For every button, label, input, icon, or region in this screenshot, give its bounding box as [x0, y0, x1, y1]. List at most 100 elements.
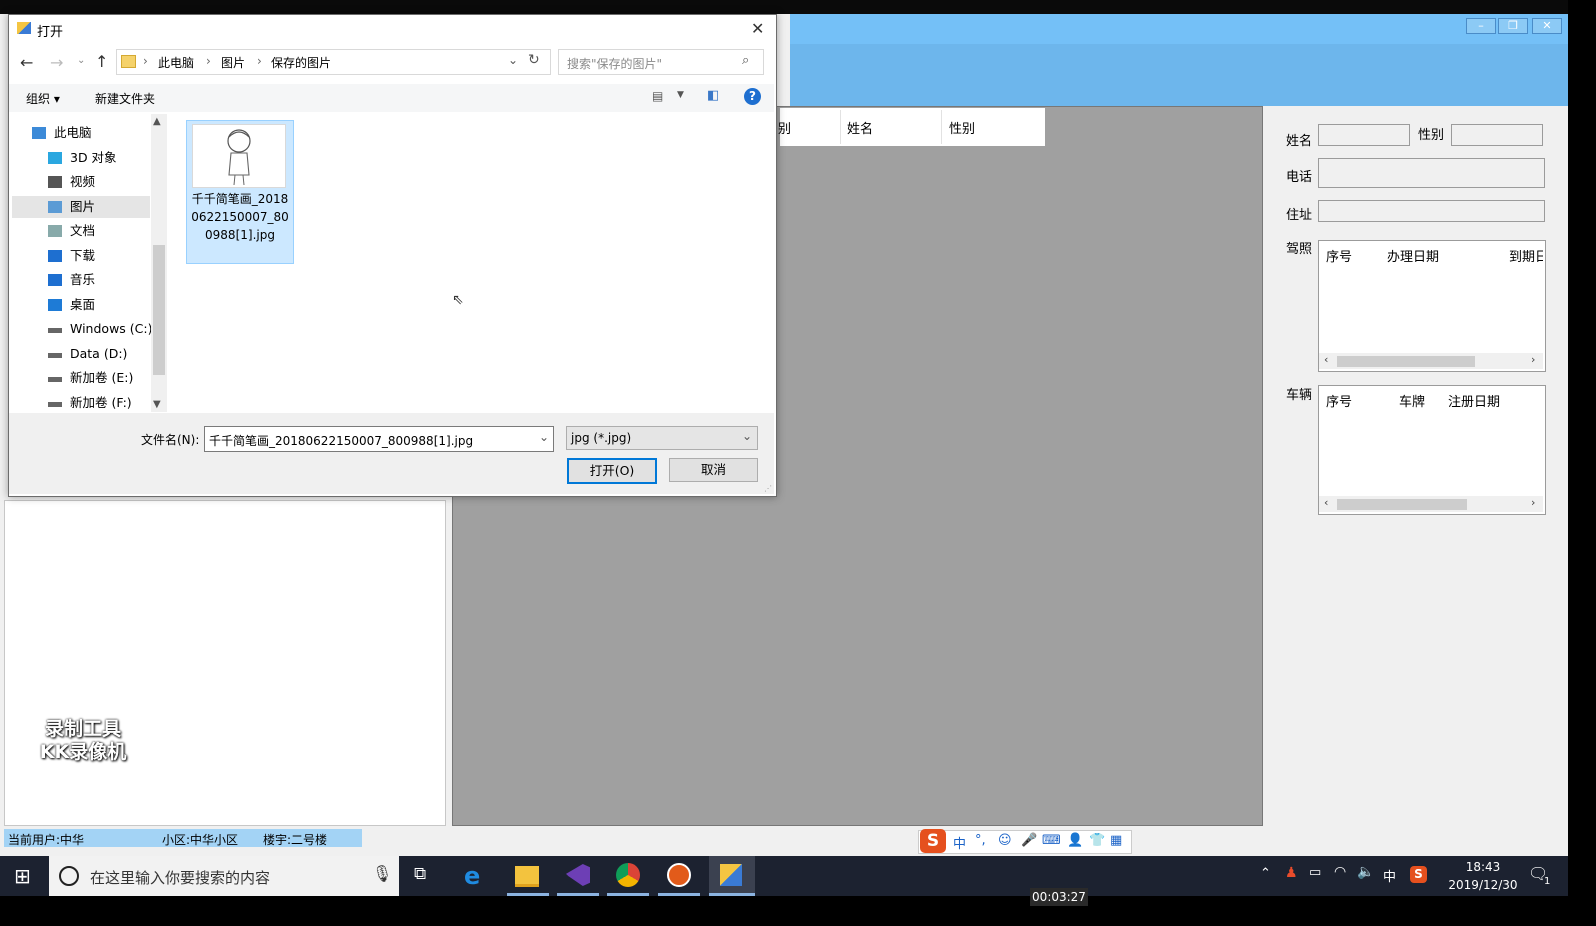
wifi-icon[interactable]: ◠: [1334, 864, 1346, 880]
scroll-right-icon[interactable]: ›: [1531, 353, 1535, 366]
scroll-left-icon[interactable]: ‹: [1324, 496, 1328, 509]
address-field[interactable]: [1318, 200, 1545, 222]
view-options-icon[interactable]: ▤: [652, 89, 663, 103]
nav-scroll-thumb[interactable]: [153, 245, 165, 375]
ime-lang-toggle[interactable]: 中: [953, 833, 966, 852]
ime-punct-toggle[interactable]: °,: [975, 833, 986, 848]
breadcrumb-pictures[interactable]: 图片: [221, 54, 245, 71]
refresh-icon[interactable]: ↻: [528, 52, 540, 68]
nav-item-label: 音乐: [70, 272, 96, 287]
current-app-icon[interactable]: [720, 864, 742, 886]
view-dropdown-icon[interactable]: ▼: [677, 90, 684, 100]
vehicle-col-seq[interactable]: 序号: [1326, 391, 1352, 410]
sogou-logo-icon[interactable]: S: [920, 829, 946, 853]
license-col-expiry[interactable]: 到期日: [1509, 246, 1543, 265]
preview-pane-icon[interactable]: ◧: [707, 88, 719, 103]
filetype-dropdown-icon[interactable]: ⌄: [742, 429, 752, 443]
skin-icon[interactable]: 👕: [1089, 833, 1105, 848]
license-col-issue-date[interactable]: 办理日期: [1387, 246, 1439, 265]
file-explorer-icon[interactable]: [515, 866, 539, 887]
nav-item[interactable]: Data (D:): [20, 343, 158, 365]
toolbox-icon[interactable]: ▦: [1110, 833, 1122, 848]
nav-scroll-up-icon[interactable]: ▲: [153, 116, 161, 127]
nav-item[interactable]: 桌面: [20, 294, 158, 316]
user-icon[interactable]: 👤: [1067, 833, 1083, 848]
minimize-button[interactable]: –: [1466, 18, 1496, 34]
tray-ime-lang[interactable]: 中: [1383, 866, 1396, 885]
keyboard-icon[interactable]: ⌨: [1042, 833, 1061, 848]
nav-item[interactable]: 3D 对象: [20, 147, 158, 169]
tray-qq-icon[interactable]: ♟: [1285, 865, 1298, 881]
emoji-icon[interactable]: ☺: [998, 833, 1012, 848]
filename-dropdown-icon[interactable]: ⌄: [539, 430, 549, 444]
filetype-value[interactable]: jpg (*.jpg): [571, 431, 631, 445]
vehicle-col-plate[interactable]: 车牌: [1399, 391, 1425, 410]
battery-icon[interactable]: ▭: [1309, 865, 1321, 880]
breadcrumb-this-pc[interactable]: 此电脑: [158, 54, 194, 71]
tray-chevron-icon[interactable]: ⌃: [1260, 866, 1271, 881]
nav-item[interactable]: 图片: [20, 196, 158, 218]
search-icon[interactable]: ⌕: [742, 53, 749, 68]
new-folder-button[interactable]: 新建文件夹: [95, 90, 155, 107]
scroll-right-icon[interactable]: ›: [1531, 496, 1535, 509]
image-thumbnail[interactable]: [192, 124, 286, 188]
license-hscrollbar[interactable]: ‹ ›: [1319, 353, 1543, 369]
task-view-icon[interactable]: ⧉: [414, 864, 426, 884]
nav-item[interactable]: Windows (C:): [20, 318, 158, 340]
search-input[interactable]: 搜索"保存的图片": [567, 55, 662, 72]
phone-field[interactable]: [1318, 158, 1545, 188]
filename-input[interactable]: 千千简笔画_20180622150007_800988[1].jpg: [209, 432, 473, 449]
nav-item[interactable]: 新加卷 (E:): [20, 367, 158, 389]
up-arrow-icon[interactable]: ↑: [95, 52, 108, 71]
restore-button[interactable]: ❐: [1498, 18, 1528, 34]
nav-item[interactable]: 此电脑: [12, 122, 150, 144]
chrome-icon[interactable]: [616, 863, 640, 887]
nav-item[interactable]: 视频: [20, 171, 158, 193]
help-icon[interactable]: ?: [744, 88, 761, 105]
nav-item-label: Data (D:): [70, 346, 128, 361]
app-close-button[interactable]: ✕: [1532, 18, 1562, 34]
grid-col-gender[interactable]: 性别: [949, 118, 975, 137]
license-label: 驾照: [1286, 242, 1313, 257]
pictures-icon: [48, 201, 62, 213]
scroll-thumb[interactable]: [1337, 356, 1475, 367]
resize-grip-icon[interactable]: ⋰: [764, 484, 772, 493]
cancel-button[interactable]: 取消: [669, 458, 758, 482]
license-col-seq[interactable]: 序号: [1326, 246, 1352, 265]
windows-start-icon[interactable]: ⊞: [14, 864, 31, 888]
vehicle-hscrollbar[interactable]: ‹ ›: [1319, 496, 1543, 512]
nav-item[interactable]: 音乐: [20, 269, 158, 291]
taskbar-clock[interactable]: 18:43 2019/12/30: [1440, 858, 1526, 894]
recent-dropdown-icon[interactable]: ⌄: [77, 55, 85, 66]
grid-col-gender-partial[interactable]: 别: [778, 118, 791, 137]
microphone-icon[interactable]: 🎙: [372, 864, 392, 883]
taskbar-search-input[interactable]: 在这里输入你要搜索的内容: [90, 867, 270, 888]
name-field[interactable]: [1318, 124, 1410, 146]
volume-icon[interactable]: 🔈: [1357, 864, 1374, 880]
breadcrumb-saved-pictures[interactable]: 保存的图片: [271, 54, 331, 71]
cortana-icon[interactable]: [59, 866, 79, 886]
address-dropdown-icon[interactable]: ⌄: [508, 53, 518, 67]
nav-scroll-down-icon[interactable]: ▼: [153, 399, 161, 410]
nav-item[interactable]: 文档: [20, 220, 158, 242]
mic-icon[interactable]: 🎤: [1021, 833, 1037, 848]
scroll-thumb[interactable]: [1337, 499, 1467, 510]
organize-menu[interactable]: 组织 ▾: [26, 90, 60, 107]
vehicle-col-reg-date[interactable]: 注册日期: [1448, 391, 1500, 410]
nav-item[interactable]: 下载: [20, 245, 158, 267]
back-arrow-icon[interactable]: ←: [20, 53, 33, 72]
nav-item[interactable]: 新加卷 (F:): [20, 392, 158, 414]
dialog-close-icon[interactable]: ✕: [751, 19, 764, 38]
nav-item-label: 文档: [70, 223, 96, 238]
gender-field[interactable]: [1451, 124, 1543, 146]
scroll-left-icon[interactable]: ‹: [1324, 353, 1328, 366]
recorder-app-icon[interactable]: [667, 863, 691, 887]
forward-arrow-icon[interactable]: →: [50, 53, 63, 72]
nav-item-label: Windows (C:): [70, 321, 153, 336]
left-tree-panel[interactable]: [4, 500, 446, 826]
edge-browser-icon[interactable]: e: [464, 862, 494, 890]
open-button[interactable]: 打开(O): [567, 458, 657, 484]
grid-col-name[interactable]: 姓名: [847, 118, 873, 137]
file-item-name[interactable]: 千千简笔画_20180622150007_800988[1].jpg: [190, 190, 290, 244]
tray-sogou-icon[interactable]: S: [1410, 866, 1427, 883]
